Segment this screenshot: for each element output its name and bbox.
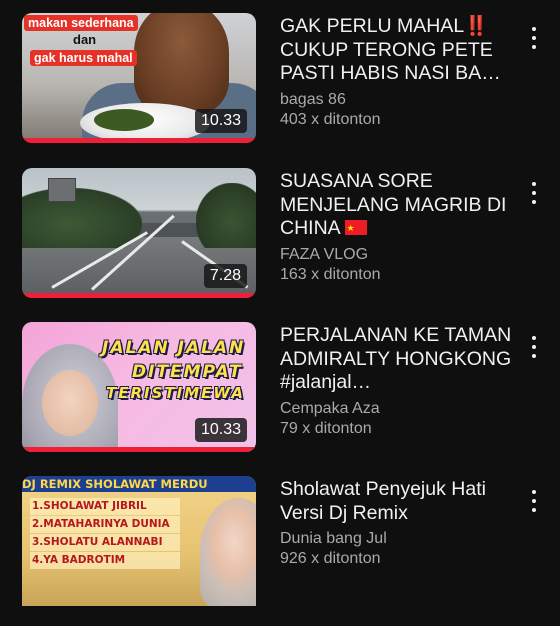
view-count: 403 x ditonton xyxy=(280,110,381,128)
channel-name[interactable]: Cempaka Aza xyxy=(280,399,520,419)
view-count: 163 x ditonton xyxy=(280,265,381,283)
video-meta[interactable]: SUASANA SORE MENJELANG MAGRIB DI CHINA F… xyxy=(280,170,520,285)
thumbnail-caption: 3.SHOLATU ALANNABI xyxy=(30,534,180,551)
more-vert-icon[interactable] xyxy=(528,336,540,358)
video-thumbnail[interactable]: JALAN JALAN DITEMPAT TERISTIMEWA 10.33 xyxy=(22,322,256,452)
thumbnail-caption: DJ REMIX SHOLAWAT MERDU xyxy=(22,476,256,492)
duration-badge: 7.28 xyxy=(203,264,247,288)
thumbnail-caption: gak harus mahal xyxy=(30,50,137,66)
video-thumbnail[interactable]: 7.28 xyxy=(22,168,256,298)
video-thumbnail[interactable]: DJ REMIX SHOLAWAT MERDU 1.SHOLAWAT JIBRI… xyxy=(22,476,256,606)
channel-name[interactable]: bagas 86 xyxy=(280,90,520,110)
video-item[interactable]: DJ REMIX SHOLAWAT MERDU 1.SHOLAWAT JIBRI… xyxy=(0,476,560,626)
thumbnail-caption: dan xyxy=(73,32,97,47)
video-meta[interactable]: GAK PERLU MAHAL‼️ CUKUP TERONG PETE PAST… xyxy=(280,15,520,130)
video-thumbnail[interactable]: makan sederhana dan gak harus mahal 10.3… xyxy=(22,13,256,143)
video-item[interactable]: JALAN JALAN DITEMPAT TERISTIMEWA 10.33 P… xyxy=(0,322,560,472)
duration-badge: 10.33 xyxy=(194,109,247,133)
thumbnail-caption: TERISTIMEWA xyxy=(106,384,246,402)
more-vert-icon[interactable] xyxy=(528,490,540,512)
thumbnail-caption: DITEMPAT xyxy=(132,362,243,382)
view-count: 79 x ditonton xyxy=(280,419,372,437)
watch-progress-bar xyxy=(22,447,256,452)
watch-progress-bar xyxy=(22,138,256,143)
video-title[interactable]: PERJALANAN KE TAMAN ADMIRALTY HONGKONG #… xyxy=(280,324,520,395)
view-count: 926 x ditonton xyxy=(280,550,381,567)
duration-badge: 10.33 xyxy=(194,418,247,442)
video-feed: makan sederhana dan gak harus mahal 10.3… xyxy=(0,0,560,606)
video-item[interactable]: makan sederhana dan gak harus mahal 10.3… xyxy=(0,13,560,163)
more-vert-icon[interactable] xyxy=(528,182,540,204)
video-item[interactable]: 7.28 SUASANA SORE MENJELANG MAGRIB DI CH… xyxy=(0,168,560,318)
channel-name[interactable]: Dunia bang Jul xyxy=(280,529,520,549)
thumbnail-image: DJ REMIX SHOLAWAT MERDU 1.SHOLAWAT JIBRI… xyxy=(22,476,256,606)
channel-name[interactable]: FAZA VLOG xyxy=(280,245,520,265)
video-meta[interactable]: PERJALANAN KE TAMAN ADMIRALTY HONGKONG #… xyxy=(280,324,520,439)
video-title[interactable]: GAK PERLU MAHAL‼️ CUKUP TERONG PETE PAST… xyxy=(280,15,520,86)
thumbnail-caption: 4.YA BADROTIM xyxy=(30,552,180,569)
video-title[interactable]: SUASANA SORE MENJELANG MAGRIB DI CHINA xyxy=(280,170,520,241)
more-vert-icon[interactable] xyxy=(528,27,540,49)
thumbnail-caption: 1.SHOLAWAT JIBRIL xyxy=(30,498,180,515)
video-meta[interactable]: Sholawat Penyejuk Hati Versi Dj Remix Du… xyxy=(280,478,520,569)
china-flag-icon xyxy=(344,217,367,241)
video-title[interactable]: Sholawat Penyejuk Hati Versi Dj Remix xyxy=(280,478,520,525)
thumbnail-caption: 2.MATAHARINYA DUNIA xyxy=(30,516,180,533)
thumbnail-caption: JALAN JALAN xyxy=(102,338,246,358)
thumbnail-caption: makan sederhana xyxy=(24,15,138,31)
watch-progress-bar xyxy=(22,293,256,298)
